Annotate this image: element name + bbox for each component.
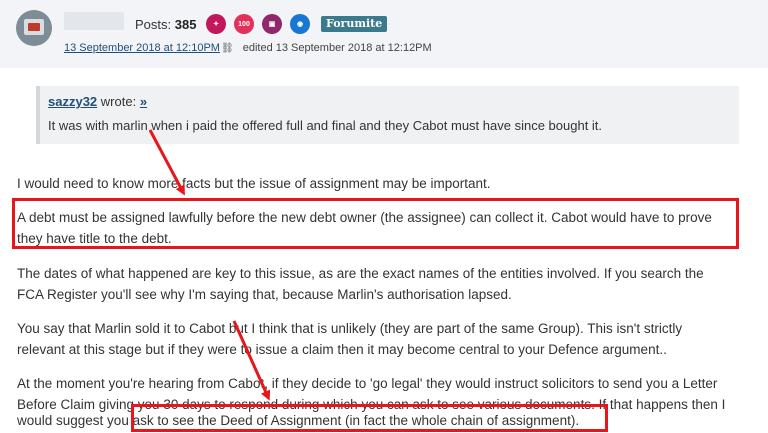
arrow-1 xyxy=(148,129,185,196)
annotation-arrows xyxy=(148,129,271,401)
arrow-2 xyxy=(232,320,271,401)
